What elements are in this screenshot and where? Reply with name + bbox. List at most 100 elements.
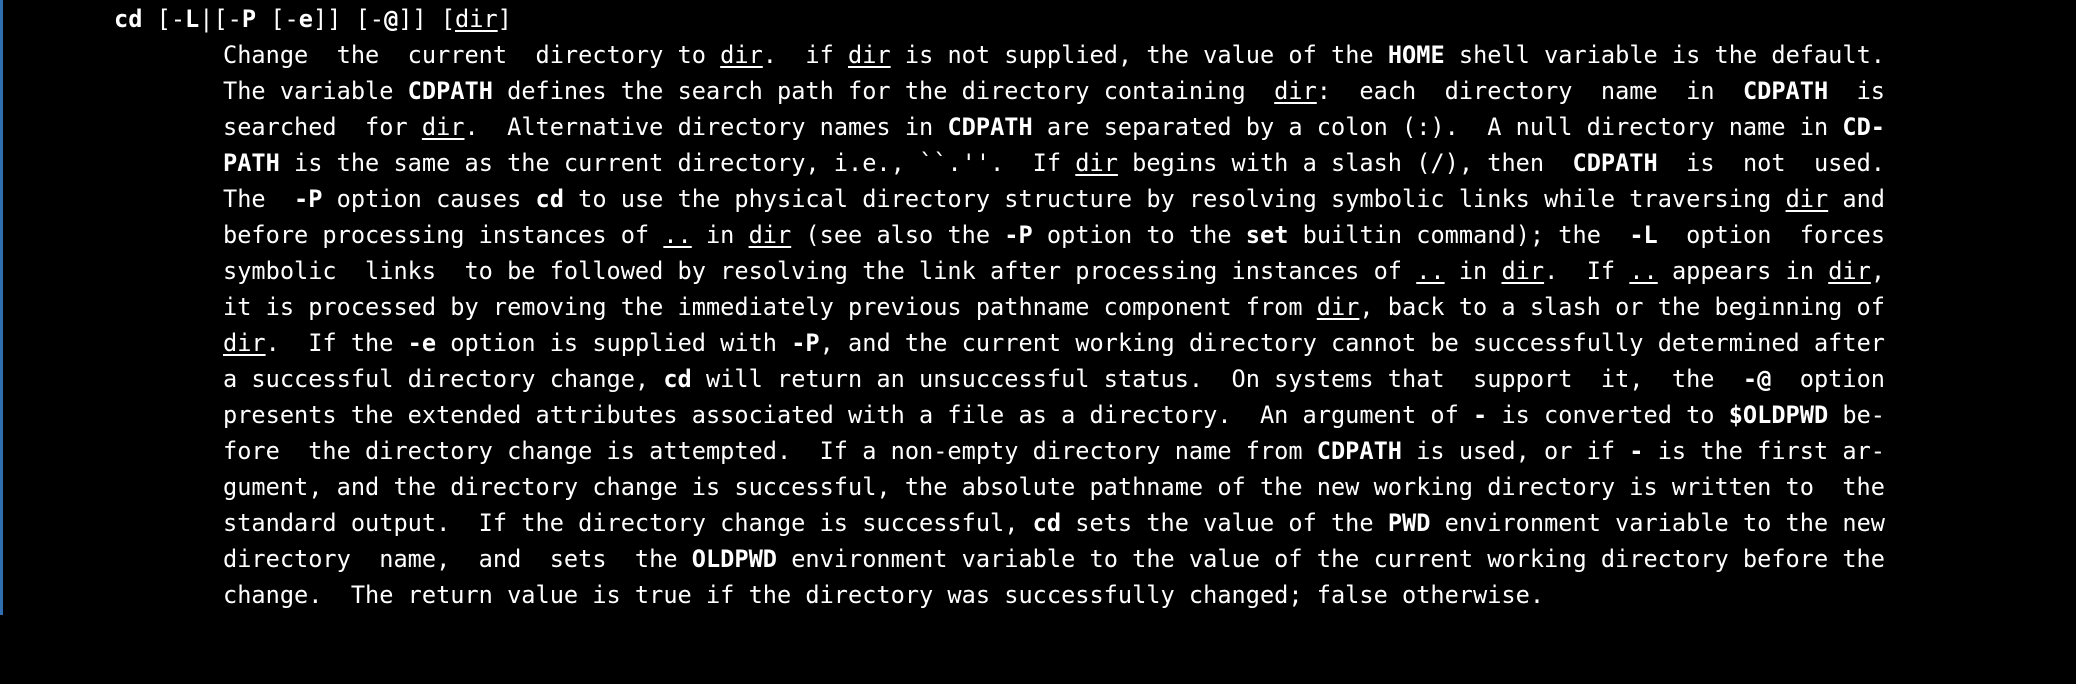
- bold-term: -: [1473, 401, 1488, 429]
- bold-term: $OLDPWD: [1728, 401, 1829, 429]
- text-run: a successful directory change,: [223, 365, 664, 393]
- text-run: in: [1444, 257, 1502, 285]
- text-run: in: [691, 221, 749, 249]
- bold-term: -L: [1629, 221, 1658, 249]
- underlined-argument: dir: [1316, 293, 1360, 321]
- bold-term: CDPATH: [407, 77, 493, 105]
- underlined-argument: ..: [663, 221, 692, 249]
- text-run: . if: [762, 41, 849, 69]
- bold-term: L: [185, 5, 200, 33]
- text-run: change. The return value is true if the …: [223, 581, 1545, 609]
- text-run: ]] [-: [312, 5, 384, 33]
- text-run: The: [223, 185, 295, 213]
- text-run: ,: [1870, 257, 1886, 285]
- bold-term: CDPATH: [1742, 77, 1829, 105]
- text-run: defines the search path for the director…: [492, 77, 1275, 105]
- description-line: PATH is the same as the current director…: [223, 145, 1885, 181]
- text-run: ]: [497, 5, 512, 33]
- text-run: [-: [256, 5, 299, 33]
- text-run: environment variable to the value of the…: [777, 545, 1885, 573]
- bold-term: CD-: [1842, 113, 1885, 141]
- terminal-window[interactable]: cd [-L|[-P [-e]] [-@]] [dir] Change the …: [0, 0, 2076, 615]
- text-run: will return an unsuccessful status. On s…: [691, 365, 1743, 393]
- text-run: is not used.: [1657, 149, 1885, 177]
- bold-term: HOME: [1387, 41, 1445, 69]
- text-run: is the first ar-: [1643, 437, 1885, 465]
- underlined-argument: dir: [1785, 185, 1829, 213]
- bold-term: cd: [663, 365, 692, 393]
- text-run: shell variable is the default.: [1444, 41, 1885, 69]
- bold-term: OLDPWD: [691, 545, 777, 573]
- text-run: is: [1828, 77, 1885, 105]
- description-line: presents the extended attributes associa…: [223, 397, 1885, 433]
- description-line: change. The return value is true if the …: [223, 577, 1544, 613]
- underlined-argument: dir: [223, 329, 266, 357]
- underlined-argument: dir: [1501, 257, 1545, 285]
- description-line: dir. If the -e option is supplied with -…: [223, 325, 1885, 361]
- text-run: option forces: [1657, 221, 1886, 249]
- description-line: before processing instances of .. in dir…: [223, 217, 1885, 253]
- bold-term: -P: [791, 329, 820, 357]
- text-run: be-: [1828, 401, 1885, 429]
- text-run: (see also the: [791, 221, 1005, 249]
- text-run: . If the: [265, 329, 408, 357]
- underlined-argument: dir: [1075, 149, 1118, 177]
- underlined-argument: ..: [1629, 257, 1658, 285]
- description-line: a successful directory change, cd will r…: [223, 361, 1885, 397]
- text-run: option: [1771, 365, 1885, 393]
- text-run: , and the current working directory cann…: [819, 329, 1885, 357]
- bold-term: -P: [294, 185, 323, 213]
- text-run: fore the directory change is attempted. …: [223, 437, 1317, 465]
- underlined-argument: ..: [1416, 257, 1445, 285]
- text-run: appears in: [1657, 257, 1829, 285]
- text-run: presents the extended attributes associa…: [223, 401, 1474, 429]
- description-line: it is processed by removing the immediat…: [223, 289, 1885, 325]
- text-run: to use the physical directory structure …: [563, 185, 1786, 213]
- bold-term: -: [1629, 437, 1644, 465]
- text-run: option to the: [1032, 221, 1246, 249]
- bold-term: CDPATH: [1316, 437, 1402, 465]
- underlined-argument: dir: [455, 5, 498, 33]
- text-run: option is supplied with: [436, 329, 792, 357]
- description-line: Change the current directory to dir. if …: [223, 37, 1885, 73]
- text-run: directory name, and sets the: [223, 545, 692, 573]
- bold-term: set: [1245, 221, 1289, 249]
- description-line: searched for dir. Alternative directory …: [223, 109, 1885, 145]
- text-run: [-: [142, 5, 186, 33]
- text-run: is not supplied, the value of the: [890, 41, 1388, 69]
- underlined-argument: dir: [1274, 77, 1317, 105]
- text-run: is used, or if: [1402, 437, 1630, 465]
- text-run: are separated by a colon (:). A null dir…: [1032, 113, 1843, 141]
- underlined-argument: dir: [848, 41, 891, 69]
- description-line: standard output. If the directory change…: [223, 505, 1885, 541]
- text-run: builtin command); the: [1288, 221, 1630, 249]
- text-run: begins with a slash (/), then: [1117, 149, 1573, 177]
- bold-term: e: [298, 5, 313, 33]
- underlined-argument: dir: [748, 221, 792, 249]
- text-run: searched for: [223, 113, 422, 141]
- text-run: option causes: [322, 185, 536, 213]
- text-run: environment variable to the new: [1430, 509, 1885, 537]
- text-run: standard output. If the directory change…: [223, 509, 1033, 537]
- text-run: . If: [1544, 257, 1630, 285]
- text-run: is converted to: [1487, 401, 1729, 429]
- bold-term: -@: [1742, 365, 1772, 393]
- text-run: |[-: [199, 5, 242, 33]
- bold-term: cd: [1032, 509, 1062, 537]
- bold-term: cd: [114, 5, 143, 33]
- description-line: gument, and the directory change is succ…: [223, 469, 1885, 505]
- text-run: before processing instances of: [223, 221, 664, 249]
- text-run: Change the current directory to: [223, 41, 721, 69]
- description-line: The -P option causes cd to use the physi…: [223, 181, 1885, 217]
- description-line: symbolic links to be followed by resolvi…: [223, 253, 1885, 289]
- bold-term: CDPATH: [947, 113, 1033, 141]
- bold-term: PATH: [223, 149, 280, 177]
- text-run: : each directory name in: [1316, 77, 1743, 105]
- description-line: The variable CDPATH defines the search p…: [223, 73, 1885, 109]
- bold-term: CDPATH: [1572, 149, 1658, 177]
- bold-term: -P: [1004, 221, 1033, 249]
- bold-term: PWD: [1387, 509, 1431, 537]
- text-run: symbolic links to be followed by resolvi…: [223, 257, 1417, 285]
- description-line: fore the directory change is attempted. …: [223, 433, 1885, 469]
- text-run: and: [1828, 185, 1886, 213]
